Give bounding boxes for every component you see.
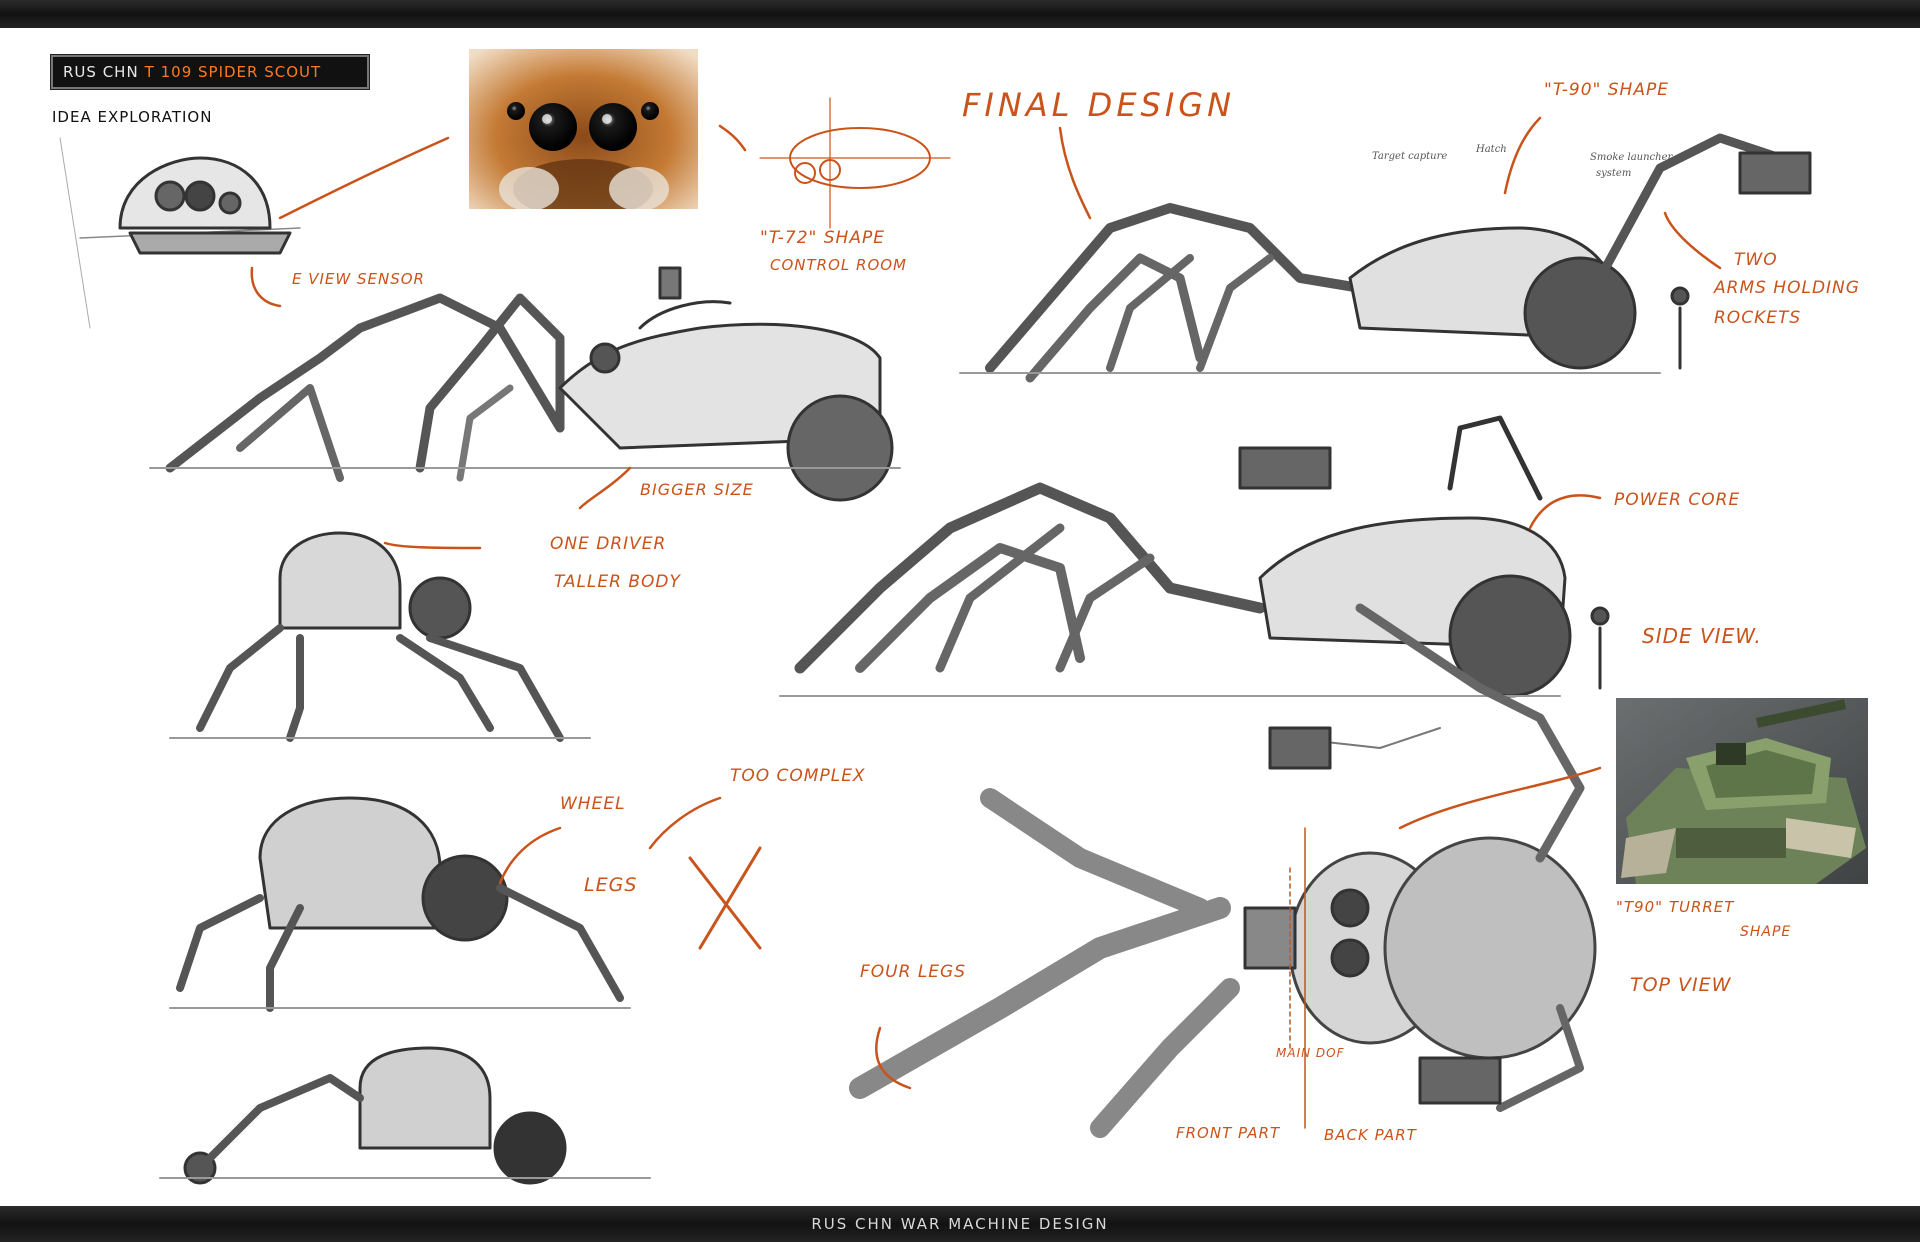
note-smoke-launcher: Smoke launcher xyxy=(1590,152,1673,163)
note-hatch: Hatch xyxy=(1476,144,1507,155)
note-back-part: BACK PART xyxy=(1324,1126,1417,1144)
spider-tall-sketch xyxy=(169,531,591,742)
note-side-view: SIDE VIEW. xyxy=(1642,624,1762,648)
rejected-x-mark xyxy=(688,846,762,950)
arrow-wheel xyxy=(498,826,562,885)
note-top-view: TOP VIEW xyxy=(1630,974,1732,996)
note-four-legs: FOUR LEGS xyxy=(860,962,966,982)
note-main-dof: MAIN DOF xyxy=(1276,1046,1345,1060)
top-frame-bar xyxy=(0,0,1920,28)
final-design-side-view-2 xyxy=(779,415,1610,698)
note-two-arms-1: TWO xyxy=(1734,250,1778,270)
arrow-too-complex xyxy=(648,796,722,850)
note-two-arms-2: ARMS HOLDING xyxy=(1714,278,1860,298)
arrow-one-driver xyxy=(383,541,482,550)
final-design-top-view xyxy=(849,603,1597,1138)
arrow-final-design xyxy=(1058,126,1092,220)
note-wheel: WHEEL xyxy=(560,794,626,814)
note-two-arms-3: ROCKETS xyxy=(1714,308,1802,328)
arrow-photo-to-doodle xyxy=(718,124,747,152)
final-design-side-view-1 xyxy=(959,133,1812,383)
note-final-design: FINAL DESIGN xyxy=(962,86,1236,124)
note-eye-view-sensor: E VIEW SENSOR xyxy=(292,270,425,288)
sketch-drawings xyxy=(59,97,1812,1185)
footer-bar: RUS CHN WAR MACHINE DESIGN xyxy=(0,1206,1920,1242)
note-t90-turret-1: "T90" TURRET xyxy=(1616,898,1735,916)
concept-sheet: RUS CHN T 109 SPIDER SCOUT IDEA EXPLORAT… xyxy=(0,28,1920,1206)
note-legs: LEGS xyxy=(584,874,638,896)
note-system: system xyxy=(1596,168,1632,179)
arrow-bigger-size xyxy=(578,466,632,510)
note-control-room: CONTROL ROOM xyxy=(770,256,907,274)
wheel-legs-sketch xyxy=(169,796,631,1012)
note-too-complex: TOO COMPLEX xyxy=(730,766,866,786)
note-power-core: POWER CORE xyxy=(1614,490,1741,510)
note-target-capture: Target capture xyxy=(1372,151,1448,162)
note-t90-turret-2: SHAPE xyxy=(1740,924,1792,940)
note-bigger-size: BIGGER SIZE xyxy=(640,480,754,499)
note-t90-shape: "T-90" SHAPE xyxy=(1544,80,1669,100)
arrow-t90-shape xyxy=(1503,116,1542,195)
footer-text: RUS CHN WAR MACHINE DESIGN xyxy=(811,1215,1109,1233)
spider-side-sketch-1 xyxy=(149,266,901,502)
note-taller-body: TALLER BODY xyxy=(554,572,681,592)
wheel-mode-sketch xyxy=(159,1046,651,1185)
note-t72-shape: "T-72" SHAPE xyxy=(760,228,885,248)
arrow-photo-to-sensor xyxy=(278,136,450,220)
arrow-sensor-label xyxy=(250,266,282,308)
note-one-driver: ONE DRIVER xyxy=(550,534,667,554)
lens-doodle-sketch xyxy=(759,97,951,229)
note-front-part: FRONT PART xyxy=(1176,1124,1281,1142)
arrow-two-arms xyxy=(1663,211,1722,270)
